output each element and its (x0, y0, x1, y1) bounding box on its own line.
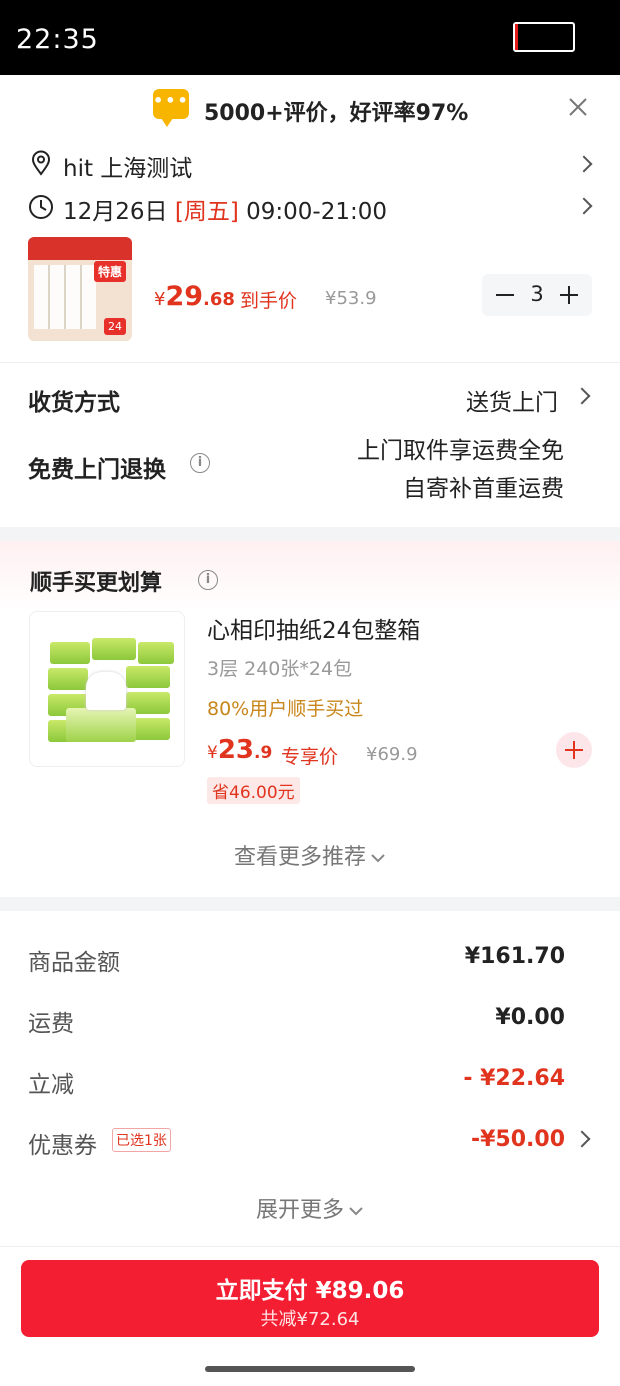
freight-label: 运费 (28, 1011, 74, 1037)
freight-value: ¥0.00 (495, 1005, 565, 1030)
return-line-1: 上门取件享运费全免 (357, 438, 564, 464)
location-pin-icon (31, 150, 51, 176)
coupon-value[interactable]: -¥50.00 (471, 1127, 565, 1152)
recommendation-image[interactable] (29, 611, 185, 767)
exclusive-price-label: 专享价 (281, 746, 339, 768)
rating-banner: ••• 5000+评价，好评率97% (0, 75, 620, 141)
recommendation-section: 顺手买更划算 i 心相印抽纸24包整箱 3层 240张*24包 80%用户顺手买… (0, 541, 620, 897)
more-recommendations-link[interactable]: 查看更多推荐 (0, 839, 620, 871)
recommendation-name[interactable]: 心相印抽纸24包整箱 (207, 611, 420, 645)
status-time: 22:35 (16, 24, 99, 55)
recommendation-title: 顺手买更划算 (30, 571, 163, 596)
chevron-down-icon (349, 1207, 363, 1216)
price-label: 到手价 (240, 290, 298, 312)
product-price: ¥29.68 (154, 281, 235, 312)
home-indicator[interactable] (205, 1366, 415, 1372)
delivery-hours: 09:00-21:00 (246, 199, 387, 225)
close-icon[interactable] (566, 95, 590, 119)
status-bar: 22:35 (0, 0, 620, 75)
recommendation-social-proof: 80%用户顺手买过 (207, 698, 364, 720)
battery-icon (513, 22, 575, 52)
total-savings: 共减¥72.64 (260, 1309, 360, 1330)
recommendation-spec: 3层 240张*24包 (207, 658, 353, 680)
recommendation-original-price: ¥69.9 (366, 744, 418, 765)
shipping-chevron-icon[interactable] (573, 387, 591, 405)
add-recommendation-button[interactable] (556, 732, 592, 768)
rating-text: 5000+评价，好评率97% (204, 101, 469, 126)
discount-label: 立减 (28, 1072, 74, 1098)
divider (0, 1246, 620, 1247)
discount-value: - ¥22.64 (463, 1066, 565, 1091)
expand-more-link[interactable]: 展开更多 (0, 1192, 620, 1224)
quantity-stepper[interactable]: 3 (482, 274, 592, 316)
coupon-chevron-icon[interactable] (573, 1130, 591, 1148)
address-text[interactable]: hit 上海测试 (63, 149, 192, 183)
divider (0, 362, 620, 363)
section-gap (0, 527, 620, 541)
chevron-down-icon (371, 854, 385, 863)
address-chevron-icon[interactable] (575, 155, 593, 173)
info-icon[interactable]: i (190, 453, 210, 473)
delivery-weekday: [周五] (174, 199, 239, 225)
chat-bubble-icon: ••• (153, 89, 189, 127)
shipping-method-value[interactable]: 送货上门 (466, 383, 558, 417)
original-price: ¥53.9 (325, 288, 377, 309)
pay-now-button[interactable]: 立即支付 ¥89.06 共减¥72.64 (21, 1260, 599, 1337)
section-gap (0, 897, 620, 911)
goods-amount-value: ¥161.70 (464, 944, 565, 969)
recommendation-price: ¥23.9 (207, 735, 273, 765)
coupon-selected-badge: 已选1张 (112, 1128, 171, 1152)
free-return-label: 免费上门退换 (28, 457, 166, 483)
return-line-2: 自寄补首重运费 (403, 476, 564, 502)
pay-button-label: 立即支付 ¥89.06 (215, 1278, 405, 1304)
delivery-date: 12月26日 (63, 199, 168, 225)
goods-amount-label: 商品金额 (28, 950, 120, 976)
product-image[interactable]: 特惠 24 (28, 237, 132, 341)
coupon-label: 优惠券 (28, 1133, 97, 1159)
time-chevron-icon[interactable] (575, 197, 593, 215)
savings-badge: 省46.00元 (207, 777, 300, 804)
plus-icon[interactable] (560, 286, 578, 304)
delivery-time[interactable]: 12月26日 [周五] 09:00-21:00 (63, 192, 387, 226)
shipping-method-label: 收货方式 (28, 390, 120, 416)
info-icon[interactable]: i (198, 570, 218, 590)
clock-icon (29, 195, 53, 219)
